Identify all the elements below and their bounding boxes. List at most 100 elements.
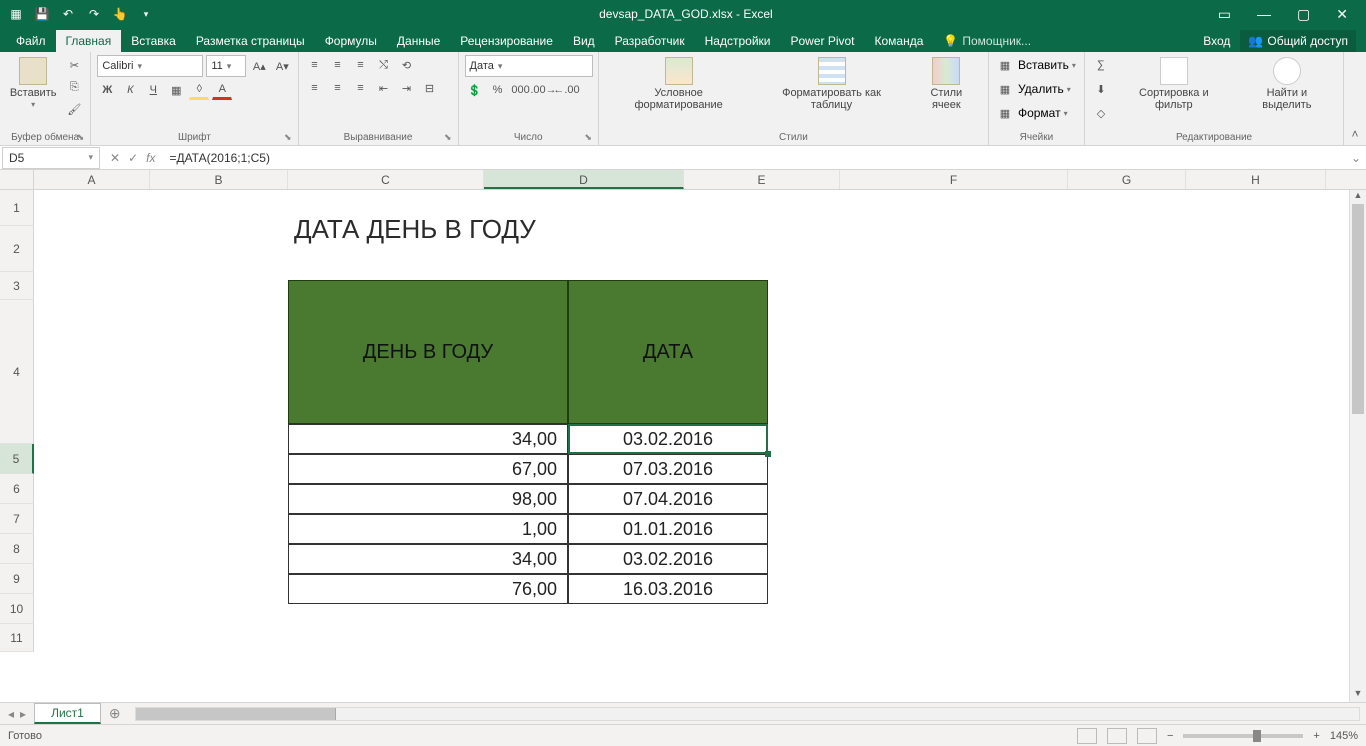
align-bottom-icon[interactable]: ≡ — [351, 55, 371, 75]
cell-date-7[interactable]: 07.04.2016 — [568, 484, 768, 514]
align-left-icon[interactable]: ≡ — [305, 78, 325, 98]
normal-view-icon[interactable] — [1077, 728, 1097, 744]
font-name-combo[interactable]: Calibri▾ — [97, 55, 203, 77]
zoom-in-icon[interactable]: + — [1313, 730, 1319, 742]
fill-handle[interactable] — [765, 451, 771, 457]
format-painter-icon[interactable]: 🖌 — [64, 99, 84, 119]
row-header-9[interactable]: 9 — [0, 564, 34, 594]
cell-day-6[interactable]: 67,00 — [288, 454, 568, 484]
delete-cells-button[interactable]: ▦Удалить▾ — [995, 79, 1076, 99]
row-header-11[interactable]: 11 — [0, 624, 34, 652]
number-format-combo[interactable]: Дата▾ — [465, 55, 593, 77]
col-header-g[interactable]: G — [1068, 170, 1186, 189]
horizontal-scrollbar[interactable] — [135, 707, 1360, 721]
bold-button[interactable]: Ж — [97, 80, 117, 100]
font-size-combo[interactable]: 11▾ — [206, 55, 246, 77]
cell-date-5[interactable]: 03.02.2016 — [568, 424, 768, 454]
cell-date-10[interactable]: 16.03.2016 — [568, 574, 768, 604]
merge-cells-icon[interactable]: ⊟ — [420, 78, 440, 98]
font-launcher-icon[interactable]: ⬊ — [284, 132, 292, 143]
row-header-2[interactable]: 2 — [0, 226, 34, 272]
collapse-ribbon-icon[interactable]: ˄ — [1344, 52, 1366, 145]
page-break-view-icon[interactable] — [1137, 728, 1157, 744]
enter-formula-icon[interactable]: ✓ — [128, 151, 138, 165]
tab-insert[interactable]: Вставка — [121, 30, 186, 52]
tab-data[interactable]: Данные — [387, 30, 450, 52]
row-header-5[interactable]: 5 — [0, 444, 34, 474]
hscroll-thumb[interactable] — [136, 708, 336, 720]
cell-date-8[interactable]: 01.01.2016 — [568, 514, 768, 544]
cut-icon[interactable]: ✂ — [64, 55, 84, 75]
sheet-nav-prev-icon[interactable]: ◂ — [8, 707, 14, 721]
fill-color-icon[interactable]: ◊ — [189, 80, 209, 100]
maximize-icon[interactable]: ▢ — [1297, 6, 1310, 23]
sheet-tab-1[interactable]: Лист1 — [34, 703, 101, 724]
sheet-nav-next-icon[interactable]: ▸ — [20, 707, 26, 721]
align-center-icon[interactable]: ≡ — [328, 78, 348, 98]
zoom-level[interactable]: 145% — [1330, 730, 1358, 742]
format-as-table-button[interactable]: Форматировать как таблицу — [756, 55, 906, 113]
row-header-10[interactable]: 10 — [0, 594, 34, 624]
scroll-down-icon[interactable]: ▼ — [1350, 688, 1366, 702]
row-header-7[interactable]: 7 — [0, 504, 34, 534]
cell-date-9[interactable]: 03.02.2016 — [568, 544, 768, 574]
copy-icon[interactable]: ⎘ — [64, 77, 84, 97]
name-box[interactable]: D5▾ — [2, 147, 100, 169]
page-layout-view-icon[interactable] — [1107, 728, 1127, 744]
insert-cells-button[interactable]: ▦Вставить▾ — [995, 55, 1076, 75]
fill-icon[interactable]: ⬇ — [1091, 79, 1111, 99]
ribbon-options-icon[interactable]: ▭ — [1218, 6, 1231, 23]
zoom-out-icon[interactable]: − — [1167, 730, 1173, 742]
formula-input[interactable]: =ДАТА(2016;1;C5) — [163, 151, 1346, 165]
tab-page-layout[interactable]: Разметка страницы — [186, 30, 315, 52]
zoom-slider[interactable] — [1183, 734, 1303, 738]
sign-in-link[interactable]: Вход — [1203, 34, 1230, 48]
cell-day-7[interactable]: 98,00 — [288, 484, 568, 514]
border-icon[interactable]: ▦ — [166, 80, 186, 100]
align-top-icon[interactable]: ≡ — [305, 55, 325, 75]
tab-developer[interactable]: Разработчик — [605, 30, 695, 52]
new-sheet-icon[interactable]: ⊕ — [101, 705, 129, 722]
increase-decimal-icon[interactable]: .00→ — [534, 80, 554, 100]
qat-dropdown-icon[interactable]: ▾ — [138, 6, 154, 22]
expand-formula-bar-icon[interactable]: ⌄ — [1346, 151, 1366, 165]
tab-view[interactable]: Вид — [563, 30, 605, 52]
cell-date-6[interactable]: 07.03.2016 — [568, 454, 768, 484]
tab-formulas[interactable]: Формулы — [315, 30, 387, 52]
row-header-1[interactable]: 1 — [0, 190, 34, 226]
fx-icon[interactable]: fx — [146, 151, 155, 165]
col-header-d[interactable]: D — [484, 170, 684, 189]
underline-button[interactable]: Ч — [143, 80, 163, 100]
cell-day-8[interactable]: 1,00 — [288, 514, 568, 544]
tab-powerpivot[interactable]: Power Pivot — [780, 30, 864, 52]
clear-icon[interactable]: ◇ — [1091, 103, 1111, 123]
decrease-indent-icon[interactable]: ⇤ — [374, 78, 394, 98]
align-middle-icon[interactable]: ≡ — [328, 55, 348, 75]
align-right-icon[interactable]: ≡ — [351, 78, 371, 98]
autosum-icon[interactable]: ∑ — [1091, 55, 1111, 75]
touch-mode-icon[interactable]: 👆 — [112, 6, 128, 22]
paste-button[interactable]: Вставить ▾ — [6, 55, 60, 112]
tab-team[interactable]: Команда — [865, 30, 934, 52]
number-launcher-icon[interactable]: ⬊ — [584, 132, 592, 143]
find-select-button[interactable]: Найти и выделить — [1237, 55, 1337, 113]
col-header-e[interactable]: E — [684, 170, 840, 189]
orientation-icon[interactable]: ⤭ — [374, 55, 394, 75]
alignment-launcher-icon[interactable]: ⬊ — [444, 132, 452, 143]
tab-home[interactable]: Главная — [56, 30, 122, 52]
worksheet-grid[interactable]: A B C D E F G H 1234567891011 ДАТА ДЕНЬ … — [0, 170, 1366, 702]
clipboard-launcher-icon[interactable]: ⬊ — [77, 132, 85, 143]
increase-font-icon[interactable]: A▴ — [249, 56, 269, 76]
share-button[interactable]: 👥Общий доступ — [1240, 30, 1356, 52]
save-icon[interactable]: 💾 — [34, 6, 50, 22]
cell-day-9[interactable]: 34,00 — [288, 544, 568, 574]
sort-filter-button[interactable]: Сортировка и фильтр — [1115, 55, 1233, 113]
minimize-icon[interactable]: — — [1257, 6, 1271, 22]
wrap-text-icon[interactable]: ⟲ — [397, 55, 417, 75]
col-header-f[interactable]: F — [840, 170, 1068, 189]
col-header-h[interactable]: H — [1186, 170, 1326, 189]
vertical-scrollbar[interactable]: ▲ ▼ — [1349, 190, 1366, 702]
cell-day-5[interactable]: 34,00 — [288, 424, 568, 454]
tab-review[interactable]: Рецензирование — [450, 30, 563, 52]
scroll-up-icon[interactable]: ▲ — [1350, 190, 1366, 204]
